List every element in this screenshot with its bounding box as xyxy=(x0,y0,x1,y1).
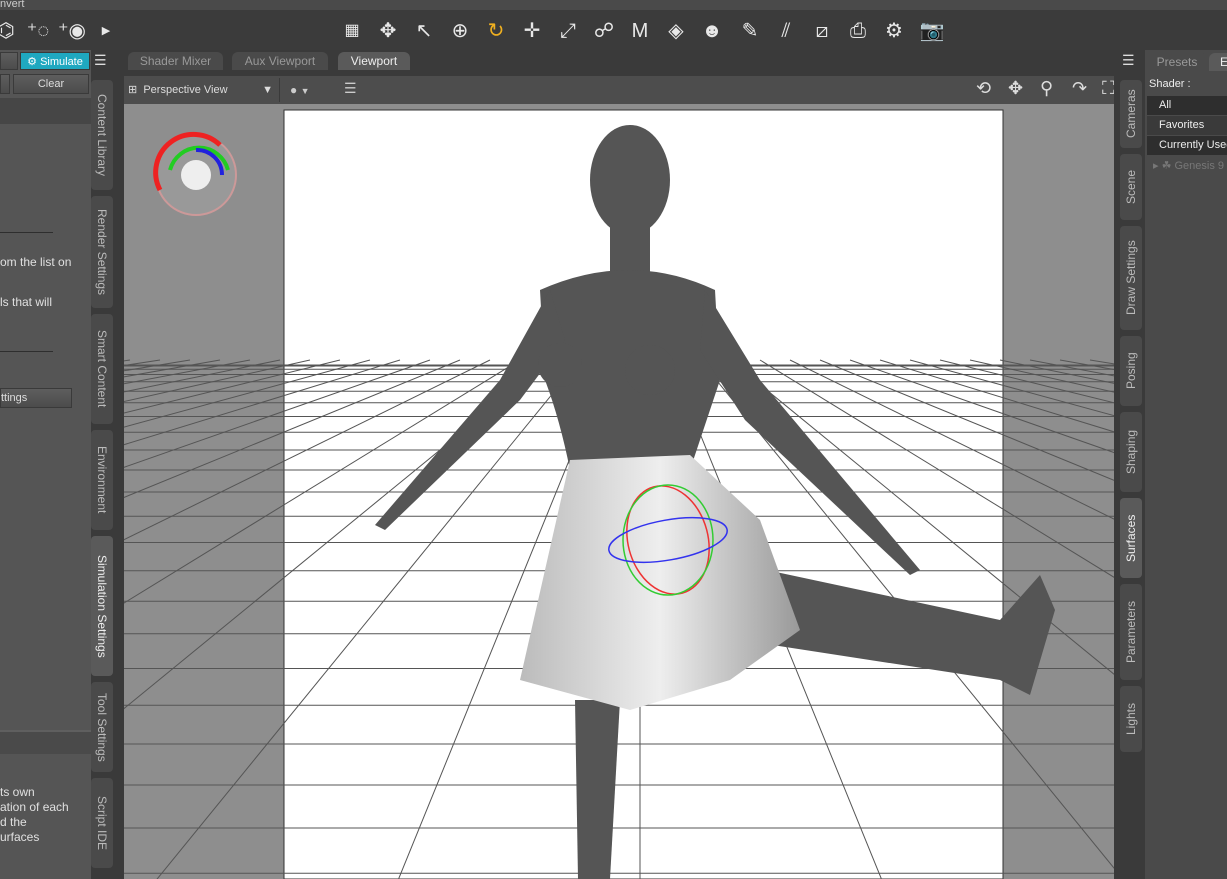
scale-tool-icon[interactable]: ⤢ xyxy=(554,18,582,44)
divider xyxy=(0,351,53,352)
settings-button[interactable]: ttings xyxy=(0,388,72,408)
add-null-icon[interactable]: ⁺◌ xyxy=(24,18,52,44)
tab-content-library[interactable]: Content Library xyxy=(91,80,113,190)
tab-posing[interactable]: Posing xyxy=(1120,336,1142,406)
simulate-button[interactable]: ⚙ Simulate xyxy=(20,52,90,70)
geometry-editor-icon[interactable]: M xyxy=(626,18,654,44)
tree-item-label: Genesis 9 xyxy=(1174,160,1225,172)
tab-presets[interactable]: Presets xyxy=(1147,53,1207,71)
geometry-sculptor-icon[interactable]: ⧄ xyxy=(808,18,836,44)
draw-style-button[interactable]: ● ▼ xyxy=(290,78,326,102)
divider xyxy=(0,232,53,233)
orbit-camera-icon[interactable]: ⟲ xyxy=(976,78,991,99)
tab-cameras[interactable]: Cameras xyxy=(1120,80,1142,148)
pan-camera-icon[interactable]: ✥ xyxy=(1008,78,1023,99)
frame-icon[interactable]: ⛶ xyxy=(1102,78,1115,99)
zoom-camera-icon[interactable]: ⚲ xyxy=(1040,78,1053,99)
camera-label: Perspective View xyxy=(143,84,228,96)
panel-header xyxy=(0,98,91,124)
node-weight-icon[interactable]: ⊕ xyxy=(446,18,474,44)
add-figure-icon[interactable]: ⌬ xyxy=(0,18,20,44)
universal-tool-icon[interactable]: ✥ xyxy=(374,18,402,44)
simulate-label: Simulate xyxy=(40,56,83,68)
3d-viewport[interactable] xyxy=(124,104,1114,879)
shader-filter-favorites[interactable]: Favorites xyxy=(1147,116,1227,135)
shader-filter-all[interactable]: All xyxy=(1147,96,1227,115)
panel-menu-icon[interactable]: ☰ xyxy=(1122,52,1135,69)
rotate-tool-icon[interactable]: ↻ xyxy=(482,18,510,44)
expand-arrow-icon: ▸ ☘ xyxy=(1153,160,1175,172)
tab-smart-content[interactable]: Smart Content xyxy=(91,314,113,424)
tab-surfaces[interactable]: Surfaces xyxy=(1120,498,1142,578)
tab-shaping[interactable]: Shaping xyxy=(1120,412,1142,492)
grid-icon[interactable]: ▦ xyxy=(338,18,366,44)
translate-tool-icon[interactable]: ✛ xyxy=(518,18,546,44)
clear-button[interactable]: Clear xyxy=(13,74,89,94)
menu-item[interactable]: nvert xyxy=(0,0,24,10)
render-icon[interactable]: 📷 xyxy=(918,18,946,44)
tab-shader-mixer[interactable]: Shader Mixer xyxy=(128,52,223,70)
weight-map-brush-icon[interactable]: ⫽ xyxy=(772,18,800,44)
surface-selection-icon[interactable]: ◈ xyxy=(662,18,690,44)
window-icon: ⊞ xyxy=(128,84,138,96)
surfaces-panel: Presets E Shader : All Favorites Current… xyxy=(1145,50,1227,879)
tab-lights[interactable]: Lights xyxy=(1120,686,1142,752)
description-text: ation of each xyxy=(0,800,69,814)
tab-render-settings[interactable]: Render Settings xyxy=(91,196,113,308)
description-text: ls that will xyxy=(0,295,53,309)
tab-parameters[interactable]: Parameters xyxy=(1120,584,1142,680)
view-navigation-gizmo[interactable] xyxy=(153,131,237,216)
active-pose-icon[interactable]: ✎ xyxy=(736,18,764,44)
tab-environment[interactable]: Environment xyxy=(91,430,113,530)
shader-label: Shader : xyxy=(1149,78,1191,90)
tab-viewport[interactable]: Viewport xyxy=(338,52,410,70)
tree-item-genesis[interactable]: ▸ ☘ Genesis 9 xyxy=(1147,157,1227,176)
left-button-2[interactable] xyxy=(0,74,10,94)
panel-menu-icon[interactable]: ☰ xyxy=(94,52,112,70)
viewport-toolbar: ⊞ Perspective View ▼ ● ▼ ☰ ⟲ ✥ ⚲ ↷ ⛶ xyxy=(124,76,1115,104)
left-button[interactable] xyxy=(0,52,18,70)
chevron-down-icon: ▼ xyxy=(262,84,273,96)
simulation-settings-panel: ⚙ Simulate Clear om the list on ls that … xyxy=(0,50,91,879)
tab-editor[interactable]: E xyxy=(1209,53,1227,71)
right-tab-strip: ☰ Cameras Scene Draw Settings Posing Sha… xyxy=(1114,50,1145,879)
expand-arrow-icon[interactable]: ▶ xyxy=(92,18,120,44)
tab-draw-settings[interactable]: Draw Settings xyxy=(1120,226,1142,330)
description-text: urfaces xyxy=(0,830,40,844)
tab-script-ide[interactable]: Script IDE xyxy=(91,778,113,868)
scene-render xyxy=(124,104,1114,879)
left-tab-strip: ☰ Content Library Render Settings Smart … xyxy=(91,50,122,879)
menu-bar: nvert xyxy=(0,0,1227,10)
tool-settings-icon[interactable]: ⚙ xyxy=(880,18,908,44)
tab-simulation-settings[interactable]: Simulation Settings xyxy=(91,536,113,676)
tab-tool-settings[interactable]: Tool Settings xyxy=(91,682,113,772)
description-text: d the xyxy=(0,815,27,829)
camera-select[interactable]: ⊞ Perspective View ▼ xyxy=(128,78,280,102)
region-navigator-icon[interactable]: ☻ xyxy=(698,18,726,44)
main-toolbar: ⌬ ⁺◌ ⁺◉ ▶ ▦ ✥ ↖ ⊕ ↻ ✛ ⤢ ☍ M ◈ ☻ ✎ ⫽ ⧄ ⎙ … xyxy=(0,10,1227,50)
add-light-icon[interactable]: ⁺◉ xyxy=(58,18,86,44)
shader-filter-currently-used[interactable]: Currently Used xyxy=(1147,136,1227,155)
panel-header-2 xyxy=(0,730,91,754)
rotate-camera-icon[interactable]: ↷ xyxy=(1072,78,1087,99)
tab-aux-viewport[interactable]: Aux Viewport xyxy=(232,52,328,70)
spot-render-icon[interactable]: ⎙ xyxy=(844,18,872,44)
select-tool-icon[interactable]: ↖ xyxy=(410,18,438,44)
joint-editor-icon[interactable]: ☍ xyxy=(590,18,618,44)
description-text: om the list on xyxy=(0,255,72,269)
description-text: ts own xyxy=(0,785,35,799)
tab-scene[interactable]: Scene xyxy=(1120,154,1142,220)
viewport-menu-icon[interactable]: ☰ xyxy=(344,80,357,97)
